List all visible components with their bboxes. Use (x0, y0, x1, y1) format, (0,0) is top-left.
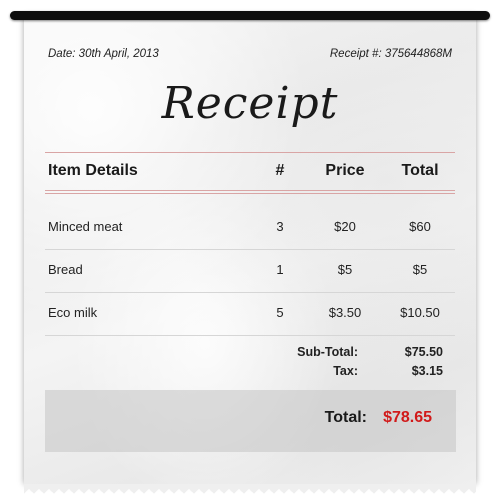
receipt-number: Receipt #: 375644868M (329, 48, 452, 60)
row-price: $3.50 (328, 305, 362, 320)
subtotal-label: Sub-Total: (297, 345, 358, 359)
row-divider (45, 292, 455, 293)
total-value: $78.65 (383, 409, 432, 426)
row-divider (45, 335, 455, 336)
tax-label: Tax: (333, 364, 358, 378)
row-item: Bread (48, 262, 83, 277)
row-total: $60 (409, 219, 431, 234)
row-price: $5 (337, 262, 353, 277)
row-item: Eco milk (48, 305, 98, 320)
row-total: $10.50 (400, 305, 440, 320)
receipt-title: Receipt (161, 78, 339, 129)
column-header-item-details: Item Details (48, 162, 138, 179)
row-item: Minced meat (48, 219, 123, 234)
row-total: $5 (412, 262, 428, 277)
tax-value: $3.15 (411, 364, 443, 378)
column-header-price: Price (325, 162, 365, 179)
row-price: $20 (334, 219, 356, 234)
row-quantity: 1 (276, 262, 284, 277)
total-label: Total: (324, 409, 367, 426)
header-bottom-rule-1 (45, 190, 455, 191)
paper-roller (10, 11, 490, 20)
column-header-total: Total (401, 162, 439, 179)
column-header-quantity: # (275, 162, 285, 179)
row-divider (45, 249, 455, 250)
receipt-date: Date: 30th April, 2013 (48, 48, 159, 60)
header-bottom-rule-2 (45, 193, 455, 194)
row-quantity: 5 (276, 305, 284, 320)
row-quantity: 3 (276, 219, 284, 234)
header-top-rule (45, 152, 455, 153)
subtotal-value: $75.50 (404, 345, 443, 359)
